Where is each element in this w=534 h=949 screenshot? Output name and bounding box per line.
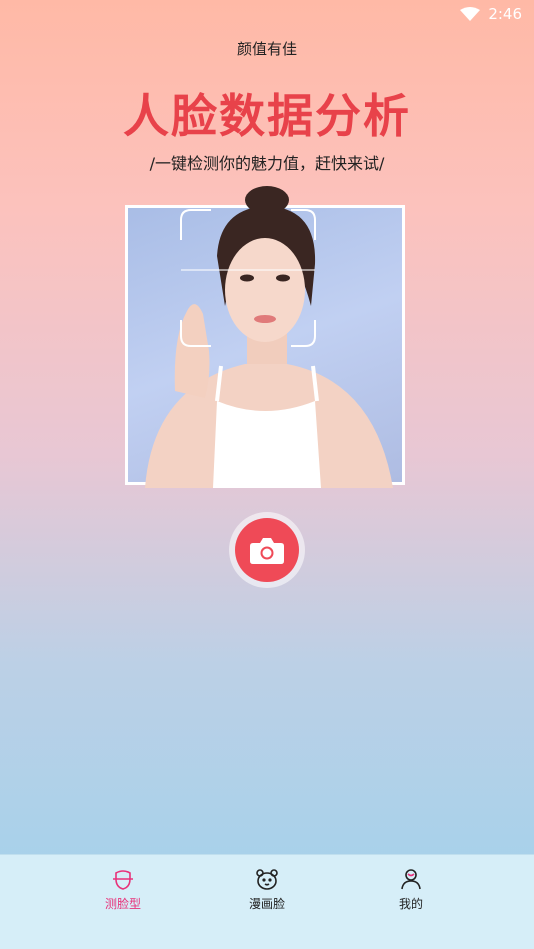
nav-item-cartoon-face[interactable]: 漫画脸 [195, 855, 339, 949]
nav-label-cartoon-face: 漫画脸 [248, 897, 285, 911]
face-scan-icon [113, 870, 133, 890]
camera-icon [250, 538, 284, 564]
user-icon [401, 869, 421, 890]
nav-item-face-shape[interactable]: 测脸型 [51, 855, 195, 949]
app-title: 颜值有佳 [236, 40, 297, 58]
nav-item-mine[interactable]: 我的 [339, 855, 483, 949]
nav-label-mine: 我的 [398, 897, 423, 911]
subtitle: /一键检测你的魅力值，赶快来试/ [149, 154, 385, 173]
camera-button-inner[interactable] [235, 518, 299, 582]
nav-label-face-shape: 测脸型 [104, 897, 141, 911]
wifi-icon [460, 7, 481, 21]
bottom-nav: 测脸型 漫画脸 我的 [0, 854, 534, 949]
sample-photo [125, 186, 405, 488]
headline: 人脸数据分析 [123, 89, 411, 143]
status-time: 2:46 [488, 5, 522, 23]
portrait-illustration [145, 186, 393, 488]
bear-face-icon [256, 869, 278, 890]
camera-button[interactable] [229, 512, 305, 588]
status-bar: 2:46 [0, 0, 534, 28]
